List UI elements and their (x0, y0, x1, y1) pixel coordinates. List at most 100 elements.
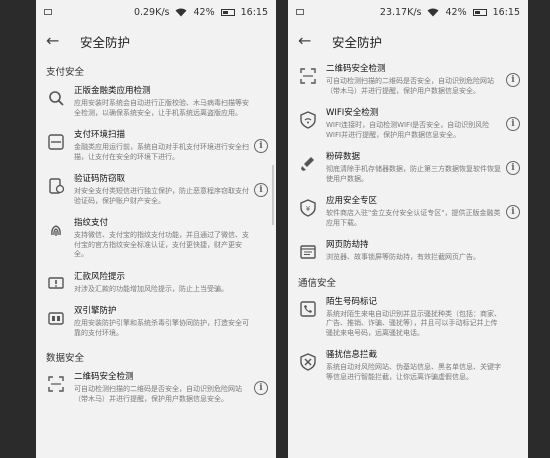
battery-percent: 42% (445, 6, 467, 18)
item-title: 网页防劫持 (326, 240, 369, 250)
item-title: 二维码安全检测 (326, 64, 386, 74)
item-title: 应用安全专区 (326, 196, 378, 206)
list-item[interactable]: 骚扰信息拦截系统自动对风险网站、伪基站信息、黑名单信息、关键字等信息进行智能拦截… (288, 344, 528, 388)
item-text: 指纹支付支持微信、支付宝的指纹支付功能，并且通过了微信、支付宝的官方指纹安全标准… (74, 218, 266, 260)
settings-list[interactable]: 支付安全正版金融类应用检测应用安装时系统会自动进行正版校验、木马病毒扫描等安全检… (36, 58, 276, 410)
notification-icon (44, 9, 52, 15)
item-title: 汇款风险提示 (74, 271, 126, 282)
item-description: 系统对陌生来电自动识别并显示骚扰种类（包括：商家、广告、推销、诈骗、骚扰等），并… (326, 309, 501, 337)
harass-block-icon (298, 352, 318, 372)
info-icon[interactable]: i (506, 205, 520, 219)
list-item[interactable]: 指纹支付支持微信、支付宝的指纹支付功能，并且通过了微信、支付宝的官方指纹安全标准… (36, 212, 276, 266)
qr-scan-icon (46, 374, 66, 394)
web-block-icon (298, 242, 318, 262)
right-screen: 23.17K/s 42% 16:15 ← 安全防护 二维码安全检测可自动检测扫描… (288, 0, 528, 458)
list-item[interactable]: 支付环境扫描 金融类应用运行前，系统自动对手机支付环境进行安全扫描，让支付在安全的… (36, 124, 276, 168)
list-item[interactable]: 验证码防窃取对安全支付类短信进行独立保护，防止恶意程序窃取支付验证码，保护账户财… (36, 168, 276, 212)
section-header: 支付安全 (46, 67, 85, 78)
item-title: 验证码防窃取 (74, 174, 126, 184)
item-title: 二维码安全检测 (74, 372, 134, 382)
list-item[interactable]: 汇款风险提示对涉及汇款的功能增加风险提示，防止上当受骗。 (36, 266, 276, 301)
info-icon[interactable]: i (506, 117, 520, 131)
transfer-risk-icon (46, 274, 66, 294)
battery-percent: 42% (193, 6, 215, 18)
verify-code-icon (46, 176, 66, 196)
battery-icon (220, 8, 235, 16)
item-description: 支持微信、支付宝的指纹支付功能，并且通过了微信、支付宝的官方指纹安全标准认证，支… (74, 231, 249, 258)
app-zone-icon: ¥ (298, 198, 318, 218)
item-description: 可自动检测扫描的二维码是否安全，自动识别危险网站（带木马）并进行提醒，保护用户数… (326, 77, 494, 95)
app-bar: ← 安全防护 (36, 24, 276, 58)
item-title: 粉碎数据 (326, 152, 361, 162)
item-title: 陌生号码标记 (326, 296, 378, 307)
item-text: 粉碎数据彻底清除手机存储器数据，防止第三方数据恢复软件恢复使用户数据。 (326, 152, 518, 184)
wifi-icon (427, 8, 439, 16)
item-text: 正版金融类应用检测应用安装时系统会自动进行正版校验、木马病毒扫描等安全检测，以确… (74, 86, 266, 118)
item-text: 汇款风险提示对涉及汇款的功能增加风险提示，防止上当受骗。 (74, 272, 266, 295)
info-icon[interactable]: i (506, 161, 520, 175)
item-description: 软件商店入驻"金立支付安全认证专区"，提供正版金融类应用下载。 (326, 209, 501, 227)
list-item[interactable]: ¥ 应用安全专区 软件商店入驻"金立支付安全认证专区"，提供正版金融类应用下载。 i (288, 190, 528, 234)
wifi-icon (175, 8, 187, 16)
item-text: 应用安全专区软件商店入驻"金立支付安全认证专区"，提供正版金融类应用下载。 (326, 196, 518, 228)
item-text: 二维码安全检测可自动检测扫描的二维码是否安全，自动识别危险网站（带木马）并进行提… (326, 64, 518, 96)
settings-list[interactable]: 二维码安全检测可自动检测扫描的二维码是否安全，自动识别危险网站（带木马）并进行提… (288, 58, 528, 388)
item-description: 彻底清除手机存储器数据，防止第三方数据恢复软件恢复使用户数据。 (326, 165, 501, 183)
network-speed: 23.17K/s (379, 6, 422, 18)
magnifier-icon (46, 88, 66, 108)
list-item[interactable]: WIFI安全检测 WIFI连接时，自动检测WIFI是否安全，自动识别风险WIFI并… (288, 102, 528, 146)
page-title: 安全防护 (80, 34, 131, 50)
info-icon[interactable]: i (254, 381, 268, 395)
back-arrow-icon[interactable]: ← (46, 32, 64, 50)
list-item[interactable]: 二维码安全检测可自动检测扫描的二维码是否安全，自动识别危险网站（带木马）并进行提… (36, 366, 276, 410)
item-description: 应用安装时系统会自动进行正版校验、木马病毒扫描等安全检测，以确保系统安全，让手机… (74, 99, 249, 117)
status-bar: 23.17K/s 42% 16:15 (288, 0, 528, 24)
status-bar: 0.29K/s 42% 16:15 (36, 0, 276, 24)
page-title: 安全防护 (332, 34, 383, 50)
item-description: 浏览器、故事锁屏等防劫持，有效拦截网页广告。 (326, 253, 480, 261)
item-text: 验证码防窃取对安全支付类短信进行独立保护，防止恶意程序窃取支付验证码，保护账户财… (74, 174, 266, 206)
item-text: 支付环境扫描 金融类应用运行前，系统自动对手机支付环境进行安全扫描，让支付在安全的… (74, 130, 266, 162)
svg-text:¥: ¥ (306, 205, 311, 213)
item-text: 二维码安全检测可自动检测扫描的二维码是否安全，自动识别危险网站（带木马）并进行提… (74, 372, 266, 404)
scrollbar[interactable] (272, 165, 274, 225)
wifi-shield-icon (298, 110, 318, 130)
item-description: 可自动检测扫描的二维码是否安全，自动识别危险网站（带木马）并进行提醒，保护用户数… (74, 385, 242, 403)
list-item[interactable]: 正版金融类应用检测应用安装时系统会自动进行正版校验、木马病毒扫描等安全检测，以确… (36, 80, 276, 124)
item-text: 陌生号码标记系统对陌生来电自动识别并显示骚扰种类（包括：商家、广告、推销、诈骗、… (326, 297, 518, 339)
item-description: WIFI连接时，自动检测WIFI是否安全，自动识别风险WIFI并进行提醒，保护用… (326, 121, 490, 139)
clock: 16:15 (240, 6, 268, 18)
scan-icon (46, 132, 66, 152)
item-description: 对涉及汇款的功能增加风险提示，防止上当受骗。 (74, 284, 228, 293)
list-item[interactable]: 二维码安全检测可自动检测扫描的二维码是否安全，自动识别危险网站（带木马）并进行提… (288, 58, 528, 102)
stranger-number-icon (298, 299, 318, 319)
list-item[interactable]: 网页防劫持浏览器、故事锁屏等防劫持，有效拦截网页广告。 (288, 234, 528, 269)
left-screen: 0.29K/s 42% 16:15 ← 安全防护 支付安全正版金融类应用检测应用… (36, 0, 276, 458)
item-text: 双引擎防护 应用安装防护引擎和系统杀毒引擎协同防护，打造安全可靠的支付环境。 (74, 306, 266, 338)
list-item[interactable]: 陌生号码标记系统对陌生来电自动识别并显示骚扰种类（包括：商家、广告、推销、诈骗、… (288, 291, 528, 345)
info-icon[interactable]: i (254, 183, 268, 197)
qr-scan-icon (298, 66, 318, 86)
app-bar: ← 安全防护 (288, 24, 528, 58)
fingerprint-icon (46, 220, 66, 240)
section-header: 通信安全 (298, 277, 337, 289)
item-title: 正版金融类应用检测 (74, 86, 151, 96)
info-icon[interactable]: i (506, 73, 520, 87)
network-speed: 0.29K/s (133, 6, 170, 18)
item-title: 骚扰信息拦截 (326, 350, 378, 360)
battery-icon (472, 8, 487, 16)
shredder-icon (298, 154, 318, 174)
clock: 16:15 (492, 6, 520, 18)
info-icon[interactable]: i (254, 139, 268, 153)
item-description: 对安全支付类短信进行独立保护，防止恶意程序窃取支付验证码，保护账户财产安全。 (74, 187, 249, 205)
back-arrow-icon[interactable]: ← (298, 32, 316, 50)
item-description: 系统自动对风险网站、伪基站信息、黑名单信息、关键字等信息进行智能拦截，让你远离诈… (326, 363, 501, 381)
item-text: 骚扰信息拦截系统自动对风险网站、伪基站信息、黑名单信息、关键字等信息进行智能拦截… (326, 350, 518, 382)
item-title: 双引擎防护 (74, 306, 117, 316)
dual-engine-icon (46, 308, 66, 328)
list-item[interactable]: 双引擎防护 应用安装防护引擎和系统杀毒引擎协同防护，打造安全可靠的支付环境。 (36, 300, 276, 344)
item-title: WIFI安全检测 (326, 108, 379, 118)
item-title: 指纹支付 (74, 218, 109, 228)
list-item[interactable]: 粉碎数据 彻底清除手机存储器数据，防止第三方数据恢复软件恢复使用户数据。 i (288, 146, 528, 190)
item-text: 网页防劫持浏览器、故事锁屏等防劫持，有效拦截网页广告。 (326, 240, 518, 263)
